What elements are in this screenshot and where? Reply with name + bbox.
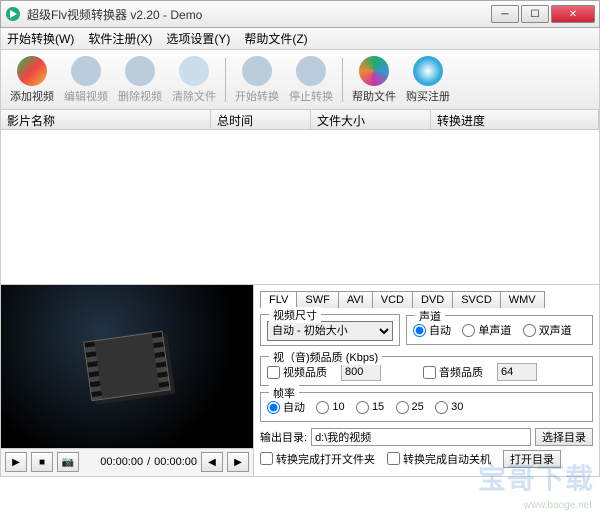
clear-icon — [179, 56, 209, 86]
open-after-check[interactable]: 转换完成打开文件夹 — [260, 451, 375, 467]
start-convert-icon — [242, 56, 272, 86]
tab-wmv[interactable]: WMV — [500, 291, 545, 308]
open-dir-button[interactable]: 打开目录 — [503, 450, 561, 468]
toolbar-separator — [342, 58, 343, 102]
menubar: 开始转换(W) 软件注册(X) 选项设置(Y) 帮助文件(Z) — [0, 28, 600, 50]
col-size[interactable]: 文件大小 — [311, 110, 431, 129]
toolbar-delete-video[interactable]: 删除视频 — [113, 56, 167, 104]
menu-register[interactable]: 软件注册(X) — [88, 30, 152, 47]
quality-label: 视（音)频品质 (Kbps) — [269, 349, 382, 365]
toolbar-clear[interactable]: 清除文件 — [167, 56, 221, 104]
tab-vcd[interactable]: VCD — [372, 291, 413, 308]
close-button[interactable]: ✕ — [551, 5, 595, 23]
watermark-url: www.baoge.net — [524, 500, 592, 511]
menu-start[interactable]: 开始转换(W) — [7, 30, 74, 47]
film-icon — [83, 331, 171, 402]
fps-auto-radio[interactable]: 自动 — [267, 399, 305, 415]
toolbar-help[interactable]: 帮助文件 — [347, 56, 401, 104]
fps-10-radio[interactable]: 10 — [316, 401, 344, 414]
preview-panel: ▶ ■ 📷 00:00:00 / 00:00:00 ◀ ▶ — [1, 285, 253, 476]
maximize-button[interactable]: ☐ — [521, 5, 549, 23]
toolbar-delete-label: 删除视频 — [118, 88, 162, 104]
tab-dvd[interactable]: DVD — [412, 291, 453, 308]
video-quality-input[interactable] — [341, 363, 381, 381]
stop-convert-icon — [296, 56, 326, 86]
settings-panel: FLV SWF AVI VCD DVD SVCD WMV 视频尺寸 自动 - 初… — [253, 285, 599, 476]
output-dir-label: 输出目录: — [260, 429, 307, 445]
audio-quality-input[interactable] — [497, 363, 537, 381]
col-name[interactable]: 影片名称 — [1, 110, 211, 129]
stop-button[interactable]: ■ — [31, 452, 53, 472]
tab-flv[interactable]: FLV — [260, 291, 297, 308]
audio-mono-radio[interactable]: 单声道 — [462, 322, 511, 338]
format-tabs: FLV SWF AVI VCD DVD SVCD WMV — [260, 291, 593, 308]
toolbar: 添加视频 编辑视频 删除视频 清除文件 开始转换 停止转换 帮助文件 购买注册 — [0, 50, 600, 110]
window-title: 超级Flv视频转换器 v2.20 - Demo — [27, 6, 491, 23]
output-dir-input[interactable] — [311, 428, 531, 446]
toolbar-clear-label: 清除文件 — [172, 88, 216, 104]
video-size-select[interactable]: 自动 - 初始大小 — [267, 321, 393, 341]
file-list[interactable] — [0, 130, 600, 285]
menu-options[interactable]: 选项设置(Y) — [166, 30, 230, 47]
next-button[interactable]: ▶ — [227, 452, 249, 472]
toolbar-start-label: 开始转换 — [235, 88, 279, 104]
toolbar-edit-video[interactable]: 编辑视频 — [59, 56, 113, 104]
fps-25-radio[interactable]: 25 — [396, 401, 424, 414]
tab-svcd[interactable]: SVCD — [452, 291, 501, 308]
toolbar-buy[interactable]: 购买注册 — [401, 56, 455, 104]
menu-help[interactable]: 帮助文件(Z) — [244, 30, 307, 47]
time-current: 00:00:00 — [100, 456, 143, 468]
fps-30-radio[interactable]: 30 — [435, 401, 463, 414]
toolbar-buy-label: 购买注册 — [406, 88, 450, 104]
app-icon — [5, 6, 21, 22]
fps-label: 帧率 — [269, 385, 299, 401]
video-quality-check[interactable]: 视频品质 — [267, 364, 327, 380]
prev-button[interactable]: ◀ — [201, 452, 223, 472]
audio-channel-label: 声道 — [415, 308, 445, 324]
toolbar-stop-label: 停止转换 — [289, 88, 333, 104]
col-progress[interactable]: 转换进度 — [431, 110, 599, 129]
toolbar-help-label: 帮助文件 — [352, 88, 396, 104]
toolbar-edit-label: 编辑视频 — [64, 88, 108, 104]
snapshot-button[interactable]: 📷 — [57, 452, 79, 472]
play-button[interactable]: ▶ — [5, 452, 27, 472]
buy-icon — [413, 56, 443, 86]
toolbar-stop-convert[interactable]: 停止转换 — [284, 56, 338, 104]
list-header: 影片名称 总时间 文件大小 转换进度 — [0, 110, 600, 130]
audio-auto-radio[interactable]: 自动 — [413, 322, 451, 338]
titlebar: 超级Flv视频转换器 v2.20 - Demo ─ ☐ ✕ — [0, 0, 600, 28]
toolbar-add-video[interactable]: 添加视频 — [5, 56, 59, 104]
audio-quality-check[interactable]: 音频品质 — [423, 364, 483, 380]
time-total: 00:00:00 — [154, 456, 197, 468]
toolbar-start-convert[interactable]: 开始转换 — [230, 56, 284, 104]
edit-video-icon — [71, 56, 101, 86]
fps-15-radio[interactable]: 15 — [356, 401, 384, 414]
col-duration[interactable]: 总时间 — [211, 110, 311, 129]
shutdown-check[interactable]: 转换完成自动关机 — [387, 451, 491, 467]
browse-button[interactable]: 选择目录 — [535, 428, 593, 446]
delete-video-icon — [125, 56, 155, 86]
audio-stereo-radio[interactable]: 双声道 — [523, 322, 572, 338]
toolbar-separator — [225, 58, 226, 102]
toolbar-add-label: 添加视频 — [10, 88, 54, 104]
tab-avi[interactable]: AVI — [338, 291, 373, 308]
add-video-icon — [17, 56, 47, 86]
playback-controls: ▶ ■ 📷 00:00:00 / 00:00:00 ◀ ▶ — [1, 448, 253, 476]
preview-video-area — [1, 285, 253, 448]
minimize-button[interactable]: ─ — [491, 5, 519, 23]
help-icon — [359, 56, 389, 86]
video-size-label: 视频尺寸 — [269, 307, 321, 323]
tab-swf[interactable]: SWF — [296, 291, 338, 308]
